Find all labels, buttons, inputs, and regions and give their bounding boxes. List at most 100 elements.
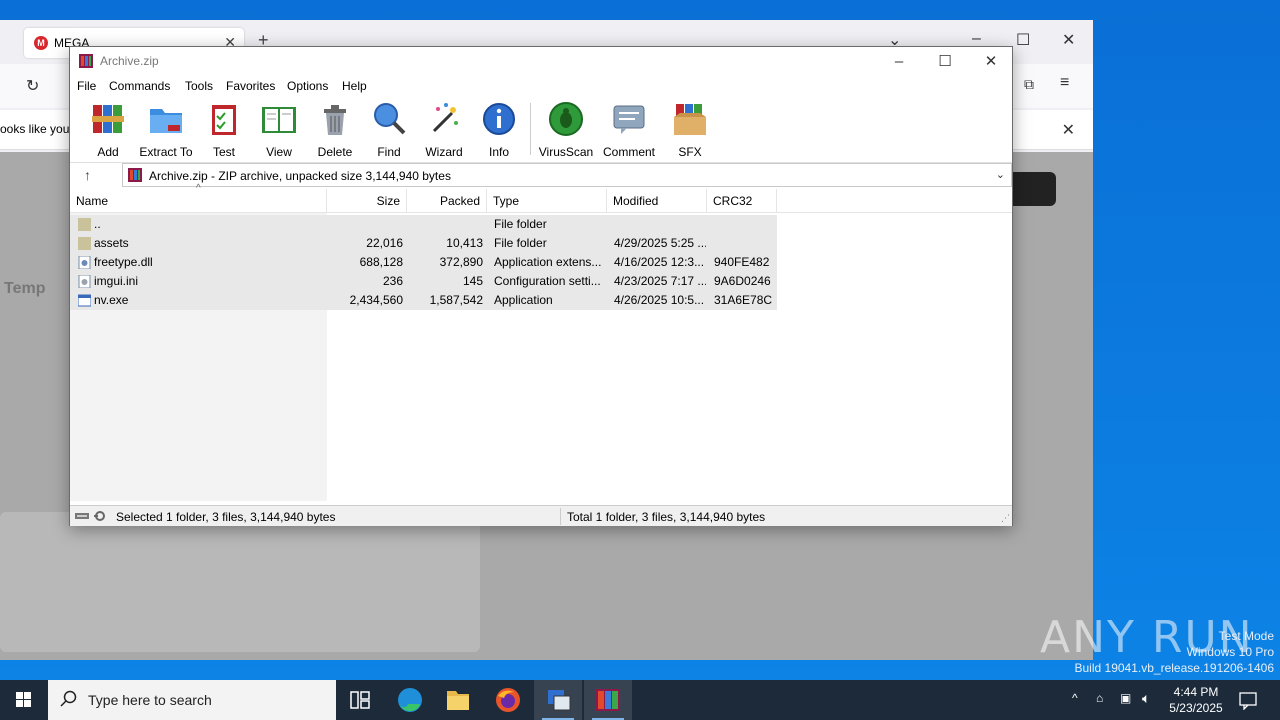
find-button[interactable]: Find: [368, 99, 410, 159]
up-arrow-icon[interactable]: ↑: [84, 167, 91, 183]
table-row[interactable]: assets 22,016 10,413 File folder 4/29/20…: [70, 234, 777, 253]
menu-icon[interactable]: ≡: [1060, 74, 1069, 92]
network-icon[interactable]: ⌂: [1096, 691, 1103, 720]
resize-grip-icon[interactable]: ⋰: [1001, 513, 1010, 524]
maximize-button[interactable]: ☐: [922, 49, 968, 75]
taskbar-app-button[interactable]: [534, 680, 582, 720]
menu-favorites[interactable]: Favorites: [226, 79, 275, 93]
file-explorer-button[interactable]: [434, 680, 482, 720]
table-row[interactable]: freetype.dll 688,128 372,890 Application…: [70, 253, 777, 272]
menu-options[interactable]: Options: [287, 79, 328, 93]
table-row[interactable]: imgui.ini 236 145 Configuration setti...…: [70, 272, 777, 291]
notice-close-icon[interactable]: ✕: [1062, 120, 1075, 140]
toolbar-label: SFX: [678, 145, 702, 159]
task-view-icon: [350, 691, 370, 709]
info-icon: [483, 103, 515, 135]
chevron-up-icon[interactable]: ^: [1072, 691, 1078, 720]
volume-icon[interactable]: 🔈︎: [1142, 690, 1150, 720]
column-packed[interactable]: Packed: [407, 189, 487, 213]
watermark-line: Windows 10 Pro: [1186, 645, 1274, 659]
cell-size: [327, 215, 403, 234]
windows-watermark: Test Mode Windows 10 Pro Build 19041.vb_…: [1075, 628, 1275, 676]
window-title: Archive.zip: [100, 54, 159, 68]
status-total-text: Total 1 folder, 3 files, 3,144,940 bytes: [567, 510, 766, 524]
path-text: Archive.zip - ZIP archive, unpacked size…: [149, 169, 451, 183]
chevron-down-icon[interactable]: ⌄: [996, 168, 1005, 181]
menu-help[interactable]: Help: [342, 79, 367, 93]
watermark-line: Build 19041.vb_release.191206-1406: [1074, 661, 1275, 675]
ini-file-icon: [78, 275, 91, 288]
toolbar-label: Delete: [317, 145, 353, 159]
folder-up-icon: [78, 218, 91, 231]
cell-modified: 4/16/2025 12:3...: [614, 255, 705, 269]
list-header: ^ Name Size Packed Type Modified CRC32: [70, 183, 1012, 213]
menu-tools[interactable]: Tools: [185, 79, 213, 93]
maximize-icon[interactable]: ☐: [1016, 30, 1030, 50]
table-row[interactable]: nv.exe 2,434,560 1,587,542 Application 4…: [70, 291, 777, 310]
cell-crc: [714, 234, 776, 253]
add-books-icon: [92, 105, 124, 133]
status-divider: [560, 508, 561, 525]
toolbar-label: Wizard: [425, 145, 463, 159]
delete-button[interactable]: Delete: [312, 99, 358, 159]
notification-icon[interactable]: [1238, 690, 1258, 710]
column-type[interactable]: Type: [487, 189, 607, 213]
close-icon[interactable]: ✕: [1062, 30, 1075, 50]
winrar-app-icon: [79, 54, 93, 68]
bug-icon: [549, 102, 583, 136]
column-size[interactable]: Size: [327, 189, 407, 213]
windows-logo-icon: [16, 692, 31, 707]
extensions-icon[interactable]: ⧉: [1024, 76, 1034, 93]
cell-name: assets: [94, 236, 129, 250]
test-button[interactable]: Test: [204, 99, 244, 159]
extract-to-button[interactable]: Extract To: [138, 99, 194, 159]
table-row[interactable]: .. File folder: [70, 215, 777, 234]
view-button[interactable]: View: [256, 99, 302, 159]
path-dropdown[interactable]: Archive.zip - ZIP archive, unpacked size…: [122, 163, 1012, 187]
cell-modified: [614, 215, 706, 234]
firefox-button[interactable]: [484, 680, 532, 720]
comment-icon: [613, 105, 645, 134]
start-button[interactable]: [0, 680, 48, 720]
cell-size: 2,434,560: [349, 293, 403, 307]
wand-icon: [432, 103, 458, 133]
reload-icon[interactable]: ↻: [26, 76, 39, 96]
add-button[interactable]: Add: [86, 99, 130, 159]
edge-button[interactable]: [386, 680, 434, 720]
mega-icon: M: [34, 36, 48, 50]
menu-file[interactable]: File: [77, 79, 96, 93]
sfx-button[interactable]: SFX: [668, 99, 712, 159]
menu-commands[interactable]: Commands: [109, 79, 170, 93]
search-icon: [60, 690, 77, 707]
minimize-button[interactable]: –: [876, 49, 922, 75]
cell-name: freetype.dll: [94, 255, 153, 269]
cell-size: 22,016: [366, 236, 403, 250]
title-bar[interactable]: Archive.zip – ☐ ✕: [70, 47, 1012, 75]
status-bar: Selected 1 folder, 3 files, 3,144,940 by…: [70, 505, 1012, 526]
status-selected-text: Selected 1 folder, 3 files, 3,144,940 by…: [116, 510, 336, 524]
comment-button[interactable]: Comment: [600, 99, 658, 159]
column-modified[interactable]: Modified: [607, 189, 707, 213]
cell-modified: 4/29/2025 5:25 ...: [614, 236, 706, 250]
cell-packed: 372,890: [439, 255, 483, 269]
path-bar: ↑ Archive.zip - ZIP archive, unpacked si…: [70, 162, 1012, 188]
column-crc32[interactable]: CRC32: [707, 189, 777, 213]
winrar-taskbar-button[interactable]: [584, 680, 632, 720]
ethernet-icon[interactable]: ▣: [1120, 691, 1131, 720]
task-view-button[interactable]: [336, 680, 384, 720]
cell-type: File folder: [494, 236, 547, 250]
cell-crc: 9A6D0246: [714, 274, 771, 288]
column-name[interactable]: Name: [70, 189, 327, 213]
wizard-button[interactable]: Wizard: [420, 99, 468, 159]
cell-name: nv.exe: [94, 293, 129, 307]
search-placeholder: Type here to search: [88, 692, 212, 708]
notice-text: ooks like you: [0, 122, 70, 136]
toolbar-label: VirusScan: [538, 145, 594, 159]
close-button[interactable]: ✕: [968, 49, 1014, 75]
taskbar-search[interactable]: Type here to search: [48, 680, 336, 720]
clock[interactable]: 4:44 PM 5/23/2025: [1160, 684, 1232, 716]
archive-icon: [128, 168, 142, 182]
info-button[interactable]: Info: [478, 99, 520, 159]
sfx-box-icon: [674, 104, 706, 135]
virusscan-button[interactable]: VirusScan: [538, 99, 594, 159]
